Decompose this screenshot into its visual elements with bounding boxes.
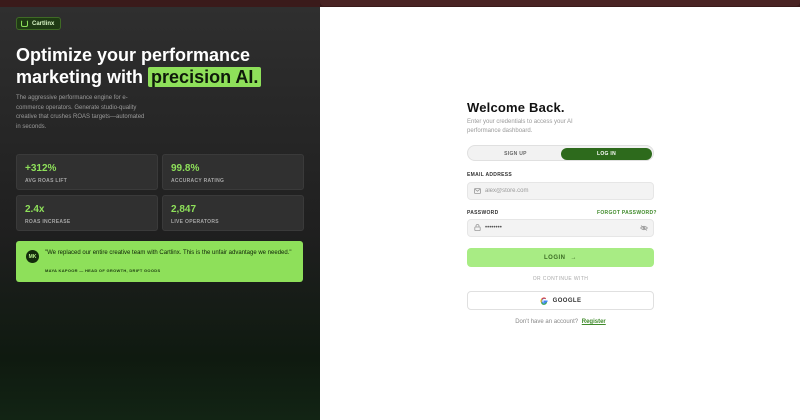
- password-label: PASSWORD: [467, 210, 499, 216]
- divider-text: OR CONTINUE WITH: [532, 276, 589, 282]
- stat-card-accuracy: 99.8% ACCURACY RATING: [162, 154, 304, 190]
- hero-highlight: precision AI.: [148, 67, 262, 87]
- login-button[interactable]: LOGIN →: [467, 248, 654, 267]
- stat-card-roas-lift: +312% AVG ROAS LIFT: [16, 154, 158, 190]
- avatar: MK: [26, 250, 39, 263]
- testimonial-quote: "We replaced our entire creative team wi…: [45, 250, 292, 256]
- stat-value: 2,847: [171, 204, 197, 215]
- stat-label: LIVE OPERATORS: [171, 219, 219, 225]
- mail-icon: [474, 188, 481, 194]
- testimonial-author: MAYA KAPOOR — HEAD OF GROWTH, DRIFT GOOD…: [45, 268, 161, 273]
- hero-line-2: marketing with precision AI.: [16, 66, 316, 88]
- login-panel: [320, 7, 800, 420]
- forgot-password-link[interactable]: FORGOT PASSWORD?: [597, 210, 657, 216]
- google-icon: [540, 296, 548, 305]
- email-field[interactable]: [467, 182, 654, 200]
- browser-top-bar: [0, 0, 800, 7]
- stat-value: 99.8%: [171, 163, 200, 174]
- brand-icon: [21, 20, 28, 27]
- hero-line-1: Optimize your performance: [16, 45, 251, 65]
- stat-card-live-operators: 2,847 LIVE OPERATORS: [162, 195, 304, 231]
- register-prompt-text: Don't have an account?: [515, 319, 579, 325]
- stat-card-roas-increase: 2.4x ROAS INCREASE: [16, 195, 158, 231]
- tab-sign-up[interactable]: SIGN UP: [470, 148, 561, 160]
- form-title: Welcome Back.: [467, 100, 565, 115]
- lock-icon: [474, 224, 481, 231]
- arrow-right-icon: →: [570, 254, 577, 261]
- tab-log-in[interactable]: LOG IN: [561, 148, 652, 160]
- brand-badge: Cartlinx: [16, 17, 62, 30]
- stat-label: ACCURACY RATING: [171, 178, 225, 184]
- login-button-label: LOGIN: [544, 254, 566, 261]
- hero-description: The aggressive performance engine for e-…: [16, 95, 145, 130]
- stat-label: ROAS INCREASE: [25, 219, 71, 225]
- email-label: EMAIL ADDRESS: [467, 172, 513, 178]
- stat-value: 2.4x: [25, 204, 45, 215]
- google-button-label: GOOGLE: [552, 297, 582, 304]
- register-link[interactable]: Register: [582, 319, 606, 325]
- password-field[interactable]: [467, 219, 654, 237]
- stat-value: +312%: [25, 163, 57, 174]
- hero-headline: Optimize your performance marketing with…: [16, 44, 316, 88]
- stat-label: AVG ROAS LIFT: [25, 178, 68, 184]
- browser-tab-strip: [320, 0, 800, 6]
- brand-name: Cartlinx: [32, 20, 55, 27]
- auth-mode-toggle: SIGN UP LOG IN: [467, 145, 654, 161]
- eye-off-icon[interactable]: [640, 225, 648, 231]
- hero-line-2-text: marketing with: [16, 67, 144, 87]
- password-input[interactable]: [485, 220, 635, 236]
- google-button[interactable]: GOOGLE: [467, 291, 654, 310]
- register-prompt: Don't have an account? Register: [467, 319, 654, 325]
- testimonial-card: MK "We replaced our entire creative team…: [16, 241, 303, 282]
- form-subtitle: Enter your credentials to access your AI…: [467, 119, 573, 134]
- email-input[interactable]: [485, 183, 635, 199]
